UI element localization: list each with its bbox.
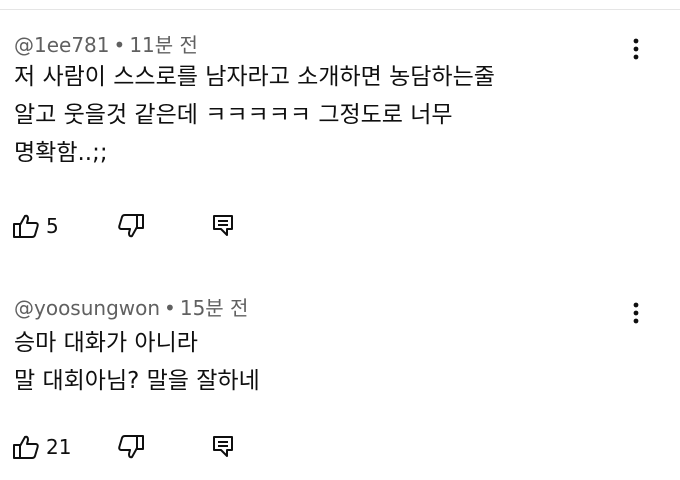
comment-menu-button[interactable] [624,297,648,329]
comment-text-line: 말 대회아님? 말을 잘하네 [14,368,260,394]
comment-menu-button[interactable] [624,33,648,65]
thumbs-up-icon [13,435,39,459]
like-button[interactable]: 5 [12,210,59,242]
thumbs-down-icon [118,214,144,238]
comment-text: 저 사람이 스스로를 남자라고 소개하면 농담하는줄 알고 웃을것 같은데 ㅋㅋ… [14,58,614,172]
reply-button[interactable] [212,210,234,242]
meta-separator: • [113,33,126,57]
top-divider [0,0,680,10]
comment-text-line: 명확함..;; [14,140,108,166]
reply-icon [213,215,233,236]
more-vertical-icon [633,302,639,324]
comment-text-line: 알고 웃을것 같은데 ㅋㅋㅋㅋㅋ 그정도로 너무 [14,102,453,128]
comment-time: 11분 전 [129,33,198,57]
thumbs-down-icon [118,435,144,459]
like-count: 5 [46,214,59,238]
like-button[interactable]: 21 [12,431,71,463]
meta-separator: • [164,296,176,320]
dislike-button[interactable] [117,210,145,242]
comment-meta: @yoosungwon • 15분 전 [14,292,248,321]
comment-meta: @1ee781 • 11분 전 [14,29,198,58]
reply-button[interactable] [212,431,234,463]
comment-text: 승마 대화가 아니라 말 대회아님? 말을 잘하네 [14,324,614,400]
comment-time: 15분 전 [179,296,249,320]
comment-text-line: 승마 대화가 아니라 [14,330,198,356]
more-vertical-icon [633,38,639,60]
reply-icon [213,436,233,457]
author-handle[interactable]: @yoosungwon [14,296,160,320]
comment-actions: 21 [12,431,292,463]
dislike-button[interactable] [117,431,145,463]
thumbs-up-icon [13,214,39,238]
comment-text-line: 저 사람이 스스로를 남자라고 소개하면 농담하는줄 [14,64,495,90]
author-handle[interactable]: @1ee781 [14,33,110,57]
like-count: 21 [46,435,72,459]
comment-actions: 5 [12,210,292,242]
